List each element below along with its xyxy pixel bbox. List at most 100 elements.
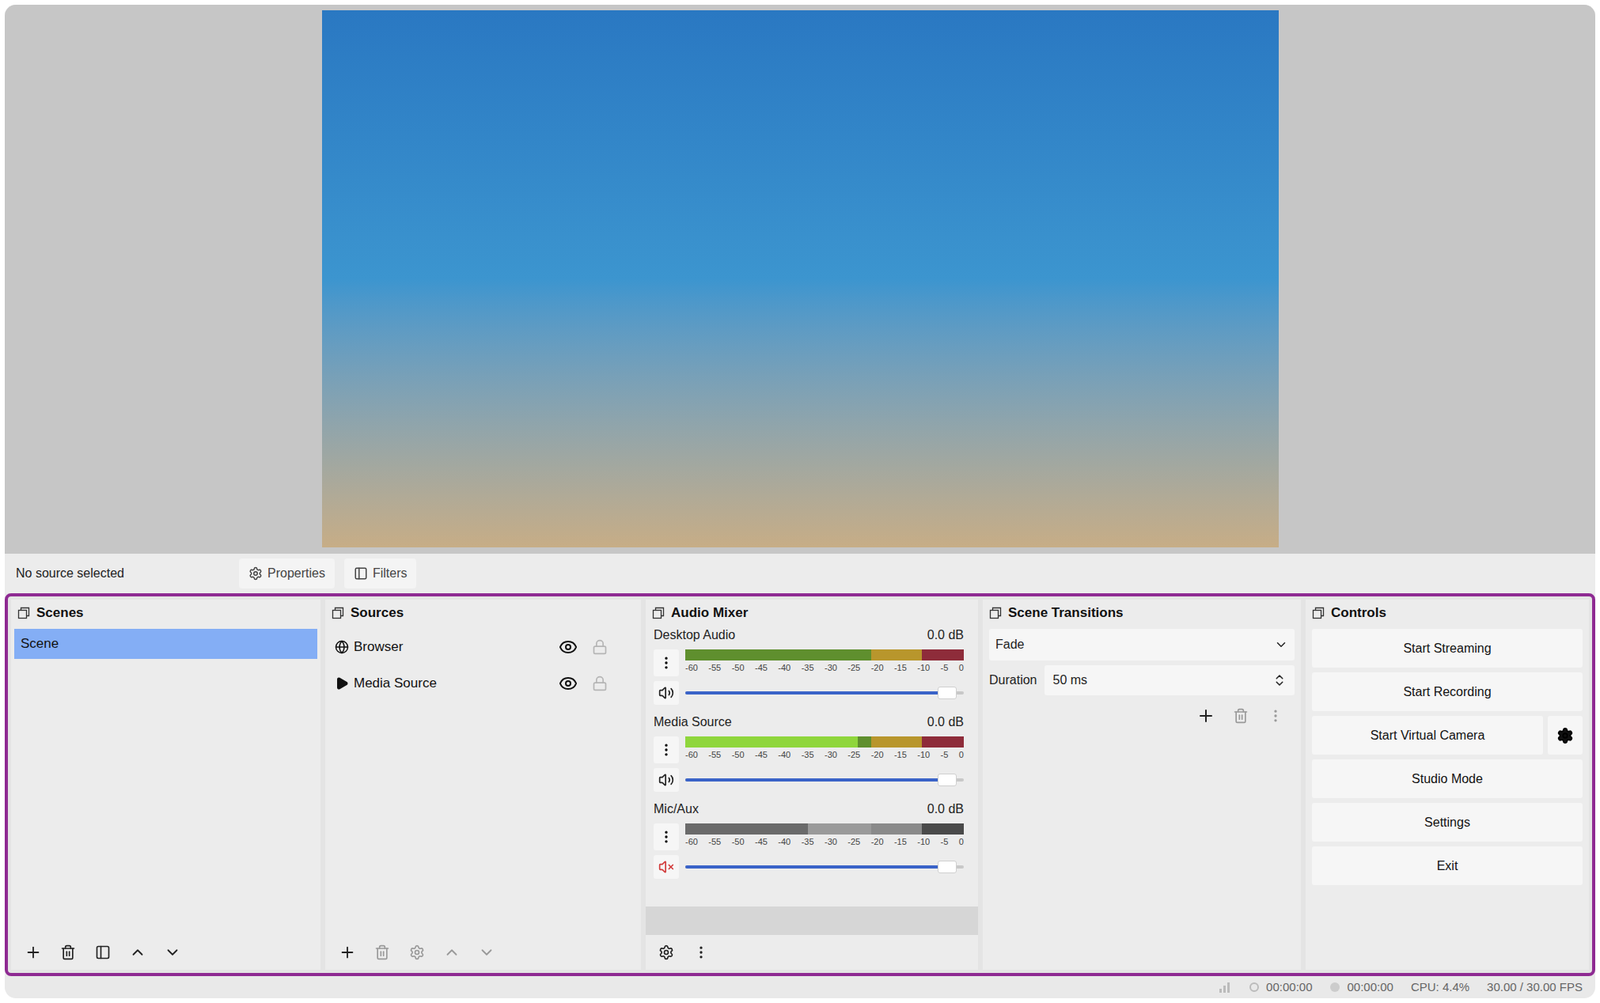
volume-slider[interactable] [685, 859, 964, 876]
eye-icon[interactable] [558, 674, 578, 694]
mixer-menu-button[interactable] [685, 936, 717, 969]
trash-icon [374, 944, 391, 961]
move-up-button[interactable] [121, 936, 154, 969]
move-up-button[interactable] [436, 936, 468, 969]
toolbar-button[interactable]: Properties [238, 558, 335, 589]
meter-scale: -60-55-50-45-40-35-30-25-20-15-10-50 [685, 836, 964, 848]
channel-reading: 0.0 dB [927, 712, 964, 732]
channel-menu-button[interactable] [653, 649, 679, 677]
source-item[interactable]: Browser [334, 629, 632, 666]
dock-title: Audio Mixer [671, 602, 748, 624]
move-down-button[interactable] [470, 936, 503, 969]
mixer-channels: Desktop Audio0.0 dB-60-55-50-45-40-35-30… [645, 625, 979, 907]
source-toolbar: No source selectedPropertiesFilters [4, 553, 1596, 594]
plus-icon [24, 944, 42, 962]
control-button[interactable]: Start Recording [1311, 672, 1583, 712]
sources-toolbar [325, 935, 641, 971]
plus-icon [338, 944, 357, 962]
obs-window: No source selectedPropertiesFiltersScene… [4, 4, 1596, 999]
control-button[interactable]: Start Streaming [1311, 629, 1583, 668]
scene-list: Scene [11, 625, 321, 936]
source-properties-button[interactable] [401, 936, 433, 969]
remove-transition-button[interactable] [1224, 700, 1257, 732]
meter-track [921, 823, 964, 835]
lock-icon[interactable] [591, 639, 608, 656]
remove-source-button[interactable] [366, 936, 399, 969]
eye-icon[interactable] [558, 637, 578, 657]
meter-fill [685, 736, 858, 748]
slider-handle[interactable] [937, 686, 957, 700]
mute-button[interactable] [653, 768, 679, 793]
stream-time: 00:00:00 [1266, 978, 1312, 998]
dock-title: Sources [350, 602, 404, 624]
slider-handle[interactable] [937, 773, 957, 787]
transitions-dock: Scene TransitionsFadeDuration50 ms [982, 599, 1301, 971]
spin-arrows-icon[interactable] [1272, 673, 1287, 688]
more-icon [1267, 708, 1284, 725]
scenes-dock: Scenes Scene [11, 599, 321, 971]
duration-spinbox[interactable]: 50 ms [1044, 665, 1295, 696]
speaker-icon [658, 685, 675, 702]
lock-icon[interactable] [591, 675, 608, 692]
preview-area [4, 4, 1596, 554]
gear-icon [1556, 727, 1574, 745]
control-button[interactable]: Start Virtual Camera [1311, 716, 1544, 755]
transition-select[interactable]: Fade [989, 629, 1295, 661]
channel-menu-button[interactable] [653, 823, 679, 851]
mute-button[interactable] [653, 855, 679, 880]
scene-filters-button[interactable] [87, 936, 119, 969]
toolbar-button[interactable]: Filters [344, 558, 418, 589]
meter-track [857, 736, 872, 748]
dock-title: Scenes [36, 602, 84, 624]
source-item[interactable]: Media Source [334, 665, 632, 702]
meter-track [807, 823, 872, 835]
sources-dock: Sources BrowserMedia Source [325, 599, 641, 971]
speaker-muted-icon [658, 859, 675, 876]
globe-icon [334, 640, 349, 655]
add-source-button[interactable] [331, 936, 364, 969]
channel-name: Media Source [653, 712, 732, 732]
control-button[interactable]: Exit [1311, 846, 1583, 886]
fps-readout: 30.00 / 30.00 FPS [1486, 978, 1583, 998]
chevron-down-icon [477, 944, 496, 962]
dock-header: Scene Transitions [982, 599, 1301, 626]
filter-panel-icon [353, 566, 368, 581]
control-button[interactable]: Studio Mode [1311, 759, 1583, 799]
mute-button[interactable] [653, 681, 679, 706]
slider-fill [685, 778, 956, 782]
stream-icon [1248, 981, 1260, 994]
add-transition-button[interactable] [1190, 700, 1222, 732]
move-down-button[interactable] [156, 936, 189, 969]
volume-slider[interactable] [685, 772, 964, 789]
dock-float-icon[interactable] [989, 606, 1002, 620]
add-scene-button[interactable] [17, 936, 50, 969]
more-icon [658, 655, 675, 672]
volume-meter [685, 649, 964, 661]
signal-bars-icon [1218, 981, 1232, 994]
dock-float-icon[interactable] [17, 606, 31, 620]
dock-title: Scene Transitions [1008, 602, 1124, 624]
virtual-camera-settings-button[interactable] [1547, 716, 1583, 755]
scene-item[interactable]: Scene [14, 629, 318, 660]
gear-icon [248, 566, 263, 581]
meter-track [685, 649, 872, 661]
chevron-down-icon [163, 944, 182, 962]
meter-scale: -60-55-50-45-40-35-30-25-20-15-10-50 [685, 662, 964, 674]
slider-handle[interactable] [937, 860, 957, 874]
trash-icon [1232, 708, 1249, 725]
volume-meter [685, 736, 964, 748]
dock-float-icon[interactable] [1311, 606, 1325, 620]
advanced-audio-button[interactable] [650, 936, 683, 969]
mixer-channel: Mic/Aux0.0 dB-60-55-50-45-40-35-30-25-20… [653, 800, 971, 888]
volume-slider[interactable] [685, 685, 964, 702]
dock-float-icon[interactable] [652, 606, 665, 620]
dock-header: Scenes [11, 599, 321, 626]
chevron-up-icon [128, 944, 147, 962]
transition-menu-button[interactable] [1259, 700, 1292, 732]
dock-float-icon[interactable] [331, 606, 345, 620]
channel-menu-button[interactable] [653, 736, 679, 764]
play-icon [334, 676, 349, 691]
control-button[interactable]: Settings [1311, 803, 1583, 842]
docks-highlight: ScenesSceneSourcesBrowserMedia SourceAud… [4, 593, 1596, 977]
remove-scene-button[interactable] [52, 936, 84, 969]
